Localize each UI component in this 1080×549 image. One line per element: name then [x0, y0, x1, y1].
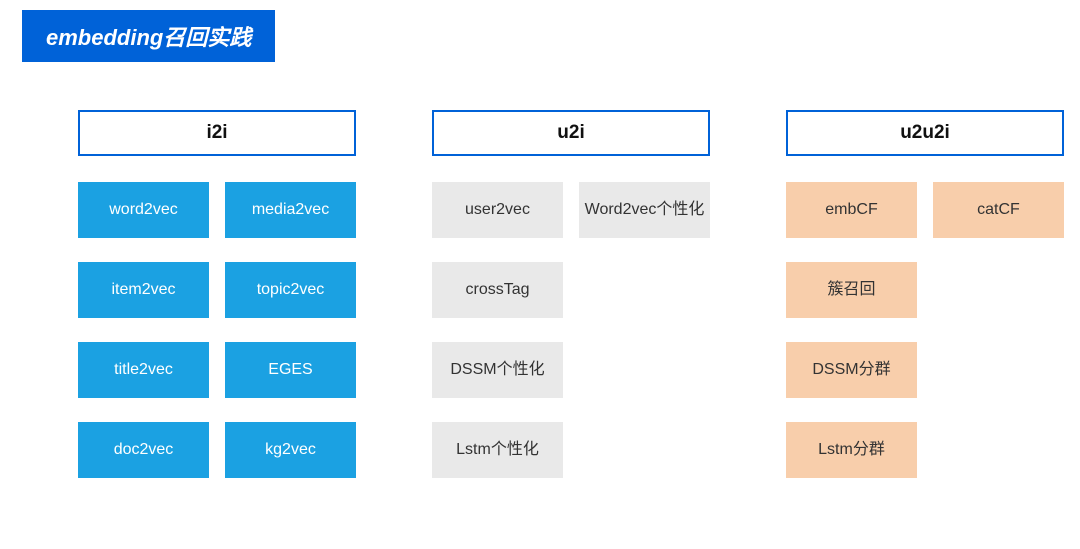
grid-u2u2i: embCF catCF 簇召回 DSSM分群 Lstm分群 — [786, 182, 1064, 478]
column-u2i: u2i user2vec Word2vec个性化 crossTag DSSM个性… — [432, 110, 710, 478]
cell-embcf: embCF — [786, 182, 917, 238]
diagram-columns: i2i word2vec media2vec item2vec topic2ve… — [0, 62, 1080, 478]
cell-empty — [933, 262, 1064, 318]
column-i2i: i2i word2vec media2vec item2vec topic2ve… — [78, 110, 356, 478]
cell-dssm-personalized: DSSM个性化 — [432, 342, 563, 398]
cell-dssm-group: DSSM分群 — [786, 342, 917, 398]
cell-topic2vec: topic2vec — [225, 262, 356, 318]
cell-empty — [579, 262, 710, 318]
cell-empty — [579, 422, 710, 478]
cell-catcf: catCF — [933, 182, 1064, 238]
cell-item2vec: item2vec — [78, 262, 209, 318]
cell-lstm-group: Lstm分群 — [786, 422, 917, 478]
cell-word2vec-personalized: Word2vec个性化 — [579, 182, 710, 238]
cell-empty — [933, 342, 1064, 398]
cell-user2vec: user2vec — [432, 182, 563, 238]
cell-empty — [579, 342, 710, 398]
cell-empty — [933, 422, 1064, 478]
column-header-u2u2i: u2u2i — [786, 110, 1064, 156]
cell-crosstag: crossTag — [432, 262, 563, 318]
page-title: embedding召回实践 — [22, 10, 275, 62]
cell-title2vec: title2vec — [78, 342, 209, 398]
column-header-i2i: i2i — [78, 110, 356, 156]
column-header-u2i: u2i — [432, 110, 710, 156]
cell-doc2vec: doc2vec — [78, 422, 209, 478]
cell-lstm-personalized: Lstm个性化 — [432, 422, 563, 478]
cell-word2vec: word2vec — [78, 182, 209, 238]
cell-cluster-recall: 簇召回 — [786, 262, 917, 318]
cell-media2vec: media2vec — [225, 182, 356, 238]
grid-u2i: user2vec Word2vec个性化 crossTag DSSM个性化 Ls… — [432, 182, 710, 478]
cell-kg2vec: kg2vec — [225, 422, 356, 478]
grid-i2i: word2vec media2vec item2vec topic2vec ti… — [78, 182, 356, 478]
column-u2u2i: u2u2i embCF catCF 簇召回 DSSM分群 Lstm分群 — [786, 110, 1064, 478]
cell-eges: EGES — [225, 342, 356, 398]
